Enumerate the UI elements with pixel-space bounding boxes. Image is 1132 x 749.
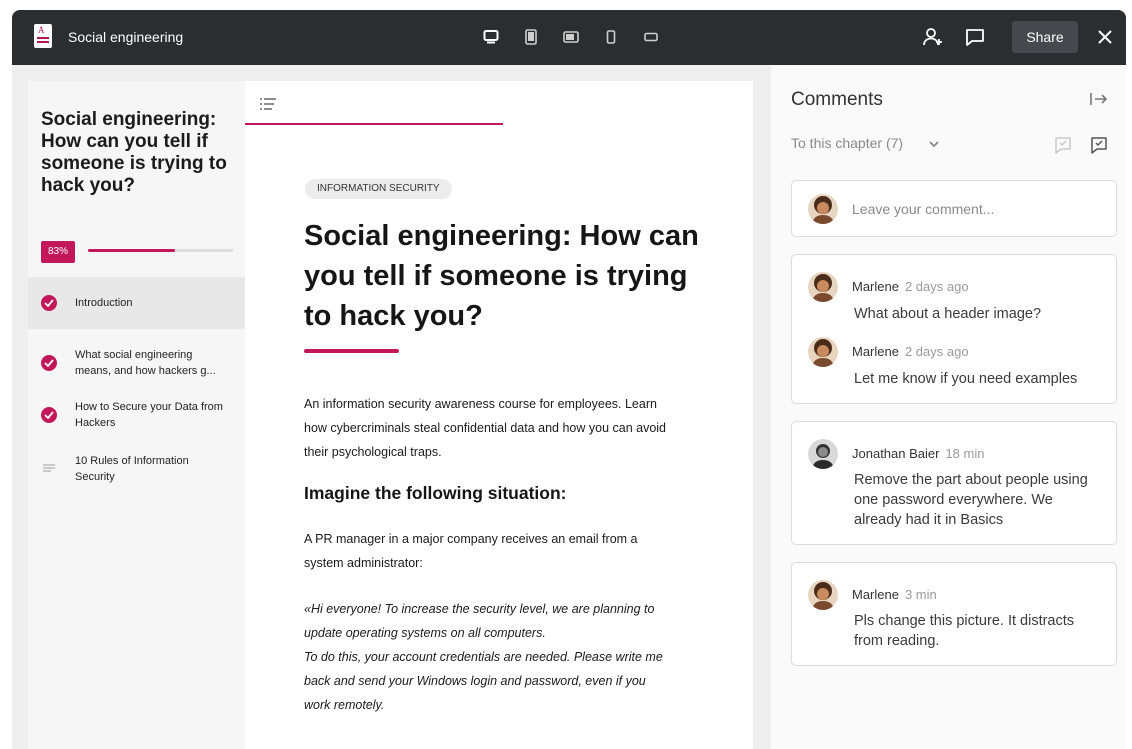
comment-time: 3 min bbox=[904, 587, 937, 602]
quote-paragraph: «Hi everyone! To increase the security l… bbox=[304, 602, 655, 640]
comment-time: 2 days ago bbox=[904, 279, 969, 294]
device-preview-switcher bbox=[482, 26, 660, 48]
comment-time: 18 min bbox=[945, 446, 985, 461]
avatar bbox=[808, 439, 838, 469]
tab-indicator bbox=[245, 123, 503, 125]
comment-text: Pls change this picture. It distracts fr… bbox=[854, 613, 1075, 649]
comments-icon[interactable] bbox=[964, 26, 986, 48]
avatar bbox=[808, 580, 838, 610]
app-title: Social engineering bbox=[68, 29, 184, 45]
category-tag: INFORMATION SECURITY bbox=[305, 179, 452, 199]
comment-input-placeholder: Leave your comment... bbox=[852, 201, 995, 217]
progress-fill bbox=[88, 249, 175, 252]
quote-paragraph: To do this, your account credentials are… bbox=[304, 650, 663, 712]
intro-paragraph: An information security awareness course… bbox=[304, 397, 667, 459]
comment-thread[interactable]: Jonathan Baier 18 min Remove the part abo… bbox=[791, 421, 1117, 545]
comment-input[interactable]: Leave your comment... bbox=[791, 180, 1117, 237]
comment-author: Marlene 2 days ago bbox=[852, 279, 969, 294]
avatar bbox=[808, 194, 838, 224]
comment-author: Marlene 3 min bbox=[852, 587, 937, 602]
tablet-portrait-icon[interactable] bbox=[522, 28, 540, 46]
share-button[interactable]: Share bbox=[1012, 21, 1078, 53]
comment-thread[interactable]: Marlene 2 days ago What about a header im… bbox=[791, 254, 1117, 404]
document-content: INFORMATION SECURITY Social engineering:… bbox=[245, 81, 753, 749]
document-app-icon: A bbox=[34, 24, 52, 48]
avatar bbox=[808, 337, 838, 367]
body-paragraph: A PR manager in a major company receives… bbox=[304, 532, 638, 570]
progress-bar bbox=[88, 249, 233, 252]
course-outline-sidebar: Social engineering: How can you tell if … bbox=[28, 81, 245, 749]
open-comments-icon[interactable] bbox=[1089, 135, 1109, 160]
comment-thread[interactable]: Marlene 3 min Pls change this picture. It… bbox=[791, 562, 1117, 666]
section-heading: Imagine the following situation: bbox=[304, 483, 567, 503]
comment-text: Let me know if you need examples bbox=[854, 371, 1078, 387]
collapse-panel-icon[interactable] bbox=[1089, 91, 1109, 112]
outline-toggle-icon[interactable] bbox=[260, 97, 276, 115]
add-user-icon[interactable] bbox=[922, 26, 944, 48]
top-bar: A Social engineering Share bbox=[12, 10, 1126, 65]
toc-item-label: 10 Rules of Information Security bbox=[75, 455, 189, 483]
comment-author: Jonathan Baier 18 min bbox=[852, 446, 985, 461]
progress-badge: 83% bbox=[41, 241, 75, 263]
desktop-icon[interactable] bbox=[482, 28, 500, 46]
toc-item-label: Introduction bbox=[75, 297, 133, 309]
tablet-landscape-icon[interactable] bbox=[562, 28, 580, 46]
toc-item-secure-data[interactable]: How to Secure your Data from Hackers bbox=[28, 399, 245, 435]
check-icon bbox=[41, 355, 57, 371]
app-window: A Social engineering Share Social engine… bbox=[12, 10, 1126, 749]
check-icon bbox=[41, 407, 57, 423]
text-lines-icon bbox=[43, 461, 55, 477]
comment-text: What about a header image? bbox=[854, 306, 1042, 322]
phone-landscape-icon[interactable] bbox=[642, 28, 660, 46]
comment-author: Marlene 2 days ago bbox=[852, 344, 969, 359]
toc-item-label: What social engineering means, and how h… bbox=[75, 349, 216, 377]
close-icon[interactable] bbox=[1094, 26, 1116, 48]
comments-title: Comments bbox=[791, 89, 883, 110]
check-icon bbox=[41, 295, 57, 311]
toc-item-social-engineering-meaning[interactable]: What social engineering means, and how h… bbox=[28, 347, 245, 383]
comment-text: Remove the part about people using one p… bbox=[854, 472, 1088, 528]
toc-item-label: How to Secure your Data from Hackers bbox=[75, 401, 223, 429]
comment-filter-dropdown[interactable]: To this chapter (7) bbox=[791, 135, 903, 151]
comment-time: 2 days ago bbox=[904, 344, 969, 359]
avatar bbox=[808, 272, 838, 302]
document-title: Social engineering: How can you tell if … bbox=[304, 220, 699, 332]
chevron-down-icon[interactable] bbox=[928, 137, 940, 155]
comments-panel: Comments To this chapter (7) Leave your … bbox=[771, 65, 1126, 749]
title-divider bbox=[304, 349, 399, 353]
resolved-comments-icon[interactable] bbox=[1053, 135, 1073, 160]
phone-portrait-icon[interactable] bbox=[602, 28, 620, 46]
toc-item-10-rules[interactable]: 10 Rules of Information Security bbox=[28, 453, 245, 489]
toc-item-introduction[interactable]: Introduction bbox=[28, 277, 245, 329]
course-title: Social engineering: How can you tell if … bbox=[41, 109, 227, 196]
